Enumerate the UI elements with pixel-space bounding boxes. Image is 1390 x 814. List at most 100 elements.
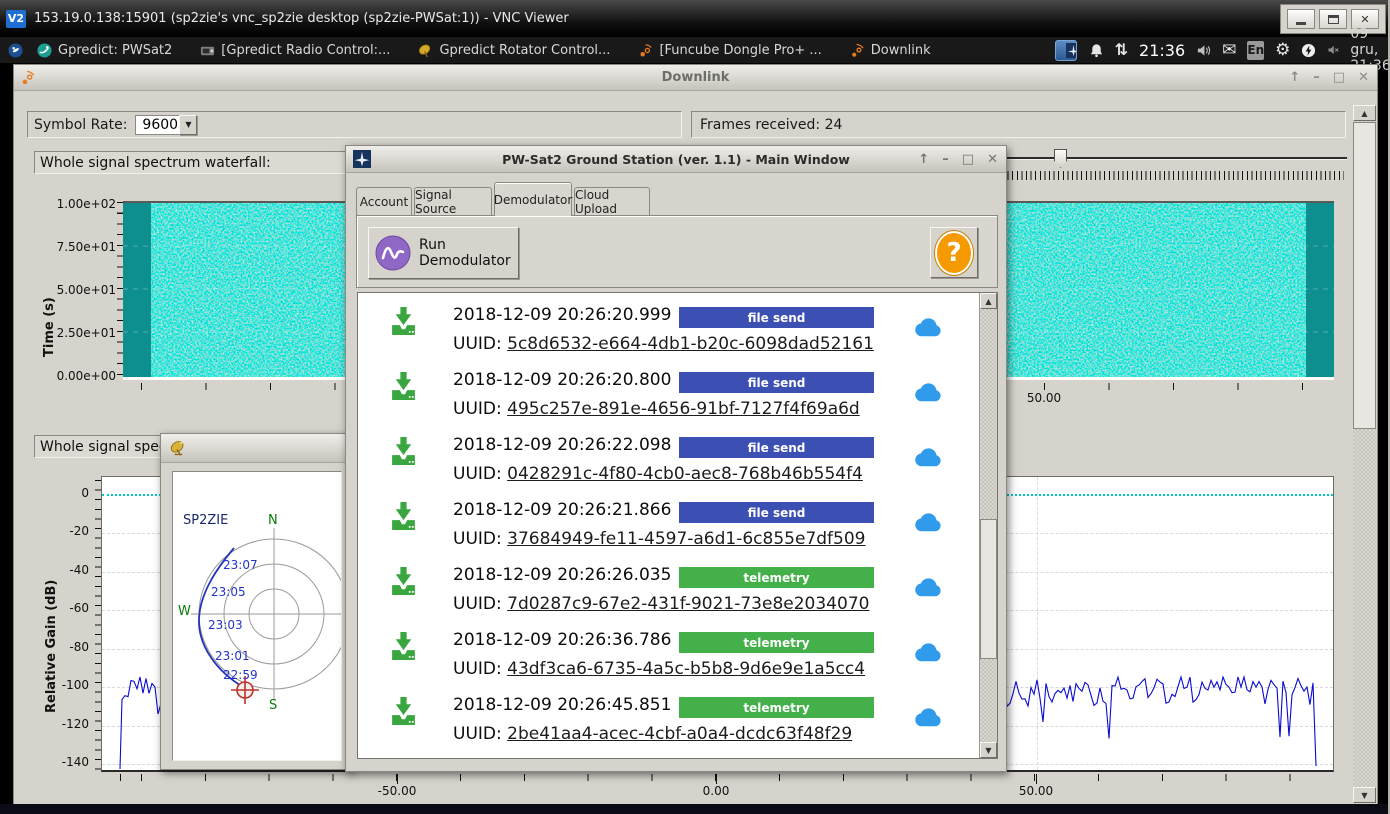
frames-received-label: Frames received: 24 xyxy=(700,117,842,133)
tab-demodulator[interactable]: Demodulator xyxy=(494,182,572,216)
frame-row: 2018-12-09 20:26:45.851 telemetry UUID: … xyxy=(358,691,978,756)
start-button[interactable] xyxy=(8,43,23,58)
frequency-slider-handle[interactable] xyxy=(1054,149,1067,168)
download-icon[interactable] xyxy=(391,307,416,336)
spectrum-ytick: -20 xyxy=(29,524,89,538)
frame-timestamp: 2018-12-09 20:26:20.800 xyxy=(453,370,671,390)
taskbar-item-funcube[interactable]: [Funcube Dongle Pro+ ... xyxy=(638,43,821,58)
waterfall-ytick: 0.00e+00 xyxy=(36,369,116,383)
taskbar-item-rotator-control[interactable]: Gpredict Rotator Control... xyxy=(418,43,610,58)
scroll-up-button[interactable]: ▲ xyxy=(1353,105,1376,121)
download-icon[interactable] xyxy=(391,632,416,661)
vnc-viewer-window: V2 153.19.0.138:15901 (sp2zie's vnc_sp2z… xyxy=(0,0,1390,814)
cloud-upload-icon[interactable] xyxy=(914,383,942,402)
downlink-titlebar[interactable]: Downlink ↑ – □ ✕ xyxy=(14,65,1377,91)
taskbar-item-label: Gpredict: PWSat2 xyxy=(58,43,172,58)
spectrum-xtick-label: 0.00 xyxy=(681,784,751,798)
vnc-logo-icon: V2 xyxy=(6,10,26,28)
cloud-upload-icon[interactable] xyxy=(914,318,942,337)
scroll-down-button[interactable]: ▼ xyxy=(980,742,997,758)
scrollbar-thumb[interactable] xyxy=(980,519,997,659)
spectrum-ytick: 0 xyxy=(29,486,89,500)
frame-type-badge: telemetry xyxy=(679,567,874,588)
tab-signal-source[interactable]: Signal Source xyxy=(414,187,492,216)
pass-time-label: 22:59 xyxy=(223,668,258,682)
gpredict-icon xyxy=(37,43,52,58)
close-icon[interactable]: ✕ xyxy=(1358,70,1369,85)
symbol-rate-dropdown[interactable]: 9600 ▼ xyxy=(135,115,197,135)
frame-timestamp: 2018-12-09 20:26:26.035 xyxy=(453,565,671,585)
polar-plot-panel: SP2ZIE N W S 23:07 23:05 23:03 23:01 22:… xyxy=(172,471,342,761)
help-icon: ? xyxy=(935,231,973,275)
screen-bottom-edge xyxy=(0,804,1388,814)
taskbar-item-downlink[interactable]: Downlink xyxy=(850,43,931,58)
uuid-label: UUID: xyxy=(453,399,502,419)
taskbar-item-radio-control[interactable]: [Gpredict Radio Control:... xyxy=(200,43,390,58)
uuid-link[interactable]: 2be41aa4-acec-4cbf-a0a4-dcdc63f48f29 xyxy=(507,724,852,744)
download-icon[interactable] xyxy=(391,437,416,466)
uuid-link[interactable]: 5c8d6532-e664-4db1-b20c-6098dad52161 xyxy=(507,334,874,354)
symbol-rate-label: Symbol Rate: xyxy=(34,117,127,133)
waterfall-left-band xyxy=(123,203,151,379)
keyboard-layout-badge[interactable]: En xyxy=(1247,41,1264,60)
download-icon[interactable] xyxy=(391,372,416,401)
uuid-link[interactable]: 37684949-fe11-4597-a6d1-6c855e7df509 xyxy=(507,529,865,549)
tab-label: Demodulator xyxy=(494,193,573,207)
cloud-upload-icon[interactable] xyxy=(914,643,942,662)
cloud-upload-icon[interactable] xyxy=(914,708,942,727)
rotator-polar-window: SP2ZIE N W S 23:07 23:05 23:03 23:01 22:… xyxy=(160,433,352,770)
muted-speaker-icon[interactable] xyxy=(1327,44,1339,56)
waterfall-ytick: 5.00e+01 xyxy=(36,283,116,297)
maximize-icon[interactable]: □ xyxy=(1333,70,1345,85)
main-titlebar[interactable]: PW-Sat2 Ground Station (ver. 1.1) - Main… xyxy=(346,146,1006,173)
download-icon[interactable] xyxy=(391,697,416,726)
notification-bell-icon[interactable] xyxy=(1089,43,1104,58)
cloud-upload-icon[interactable] xyxy=(914,448,942,467)
close-icon[interactable]: ✕ xyxy=(987,152,998,167)
help-button[interactable]: ? xyxy=(930,227,978,278)
network-activity-icon[interactable]: ⇅ xyxy=(1115,42,1128,58)
download-icon[interactable] xyxy=(391,502,416,531)
polar-callsign: SP2ZIE xyxy=(183,513,228,528)
uuid-link[interactable]: 43df3ca6-6735-4a5c-b5b8-9d6e9e1a5cc4 xyxy=(507,659,865,679)
minimize-icon[interactable]: – xyxy=(1313,70,1320,85)
tab-cloud-upload[interactable]: Cloud Upload xyxy=(574,187,650,216)
tab-label: Account xyxy=(360,195,408,209)
scroll-up-button[interactable]: ▲ xyxy=(980,293,997,309)
rollup-icon[interactable]: ↑ xyxy=(1289,70,1300,85)
rollup-icon[interactable]: ↑ xyxy=(918,152,929,167)
cloud-upload-icon[interactable] xyxy=(914,513,942,532)
uuid-link[interactable]: 0428291c-4f80-4cb0-aec8-768b46b554f4 xyxy=(507,464,863,484)
run-demodulator-button[interactable]: Run Demodulator xyxy=(368,227,519,279)
downlink-titlebar-buttons: ↑ – □ ✕ xyxy=(1289,65,1369,90)
minimize-icon[interactable]: – xyxy=(942,152,949,167)
downlink-vertical-scrollbar[interactable]: ▲ ▼ xyxy=(1353,105,1376,803)
pass-time-label: 23:03 xyxy=(208,618,243,632)
mail-icon[interactable]: ✉ xyxy=(1222,42,1236,59)
frame-row: 2018-12-09 20:26:20.800 file send UUID: … xyxy=(358,366,978,431)
cloud-upload-icon[interactable] xyxy=(914,578,942,597)
taskbar-item-label: [Funcube Dongle Pro+ ... xyxy=(659,43,821,58)
uuid-label: UUID: xyxy=(453,659,502,679)
frame-timestamp: 2018-12-09 20:26:21.866 xyxy=(453,500,671,520)
frames-list-scrollbar[interactable]: ▲ ▼ xyxy=(979,293,997,758)
taskbar-item-pwsat-active[interactable]: PW-Sat2 Ground Statio... xyxy=(1055,40,1077,61)
tab-account[interactable]: Account xyxy=(356,187,412,216)
frame-row: 2018-12-09 20:26:20.999 file send UUID: … xyxy=(358,301,978,366)
downlink-window-title: Downlink xyxy=(14,70,1377,85)
spectrum-xtick-major xyxy=(1036,774,1037,784)
minimize-icon xyxy=(1296,22,1306,25)
uuid-link[interactable]: 7d0287c9-67e2-431f-9021-73e8e2034070 xyxy=(507,594,869,614)
scrollbar-thumb[interactable] xyxy=(1353,122,1376,429)
maximize-icon[interactable]: □ xyxy=(962,152,974,167)
volume-icon[interactable] xyxy=(1196,43,1211,58)
taskbar-item-gpredict[interactable]: Gpredict: PWSat2 xyxy=(37,43,172,58)
tray-clock[interactable]: 21:36 xyxy=(1139,41,1185,60)
polar-titlebar[interactable] xyxy=(161,434,351,463)
scroll-down-button[interactable]: ▼ xyxy=(1353,787,1376,803)
power-bolt-icon[interactable] xyxy=(1301,43,1316,58)
gear-icon[interactable]: ⚙ xyxy=(1275,42,1290,59)
uuid-link[interactable]: 495c257e-891e-4656-91bf-7127f4f69a6d xyxy=(507,399,860,419)
download-icon[interactable] xyxy=(391,567,416,596)
tab-label: Cloud Upload xyxy=(575,188,649,216)
